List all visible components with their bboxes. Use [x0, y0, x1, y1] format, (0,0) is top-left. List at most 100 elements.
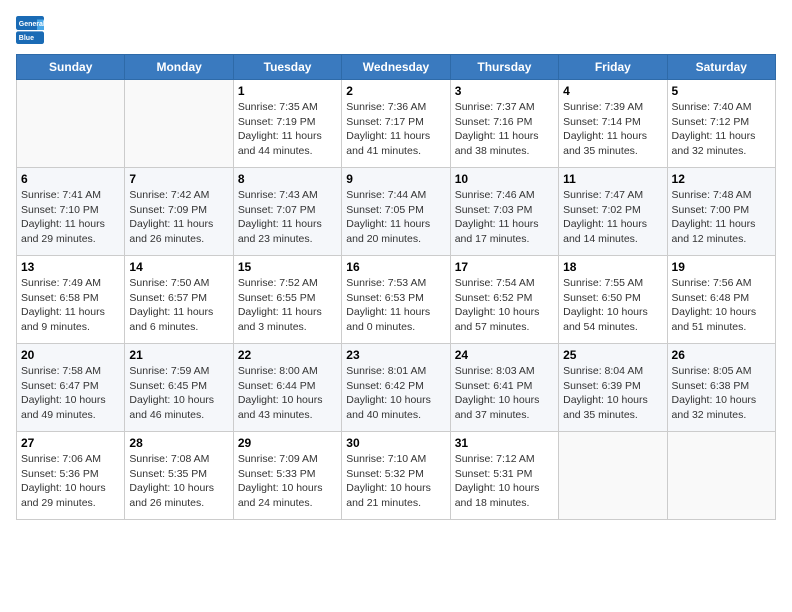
day-header-wednesday: Wednesday: [342, 55, 450, 80]
day-number: 9: [346, 172, 445, 186]
day-header-monday: Monday: [125, 55, 233, 80]
calendar-cell: 19 Sunrise: 7:56 AM Sunset: 6:48 PM Dayli…: [667, 256, 775, 344]
day-header-friday: Friday: [559, 55, 667, 80]
calendar-cell: 30 Sunrise: 7:10 AM Sunset: 5:32 PM Dayli…: [342, 432, 450, 520]
day-content: Sunrise: 7:36 AM Sunset: 7:17 PM Dayligh…: [346, 100, 445, 159]
calendar-table: SundayMondayTuesdayWednesdayThursdayFrid…: [16, 54, 776, 520]
day-number: 12: [672, 172, 771, 186]
calendar-cell: 11 Sunrise: 7:47 AM Sunset: 7:02 PM Dayli…: [559, 168, 667, 256]
day-header-sunday: Sunday: [17, 55, 125, 80]
day-content: Sunrise: 7:06 AM Sunset: 5:36 PM Dayligh…: [21, 452, 120, 511]
day-content: Sunrise: 7:35 AM Sunset: 7:19 PM Dayligh…: [238, 100, 337, 159]
calendar-body: 1 Sunrise: 7:35 AM Sunset: 7:19 PM Daylig…: [17, 80, 776, 520]
day-number: 21: [129, 348, 228, 362]
day-number: 5: [672, 84, 771, 98]
day-content: Sunrise: 8:01 AM Sunset: 6:42 PM Dayligh…: [346, 364, 445, 423]
day-number: 18: [563, 260, 662, 274]
calendar-cell: 2 Sunrise: 7:36 AM Sunset: 7:17 PM Daylig…: [342, 80, 450, 168]
day-number: 15: [238, 260, 337, 274]
logo-icon: General Blue: [16, 16, 44, 44]
calendar-cell: 14Sunrise: 7:50 AM Sunset: 6:57 PM Dayli…: [125, 256, 233, 344]
week-row-2: 13 Sunrise: 7:49 AM Sunset: 6:58 PM Dayli…: [17, 256, 776, 344]
day-header-saturday: Saturday: [667, 55, 775, 80]
day-number: 16: [346, 260, 445, 274]
calendar-cell: 4Sunrise: 7:39 AM Sunset: 7:14 PM Daylig…: [559, 80, 667, 168]
day-number: 29: [238, 436, 337, 450]
calendar-cell: 15 Sunrise: 7:52 AM Sunset: 6:55 PM Dayli…: [233, 256, 341, 344]
day-content: Sunrise: 7:49 AM Sunset: 6:58 PM Dayligh…: [21, 276, 120, 335]
day-content: Sunrise: 7:37 AM Sunset: 7:16 PM Dayligh…: [455, 100, 554, 159]
page-header: General Blue: [16, 16, 776, 44]
day-header-tuesday: Tuesday: [233, 55, 341, 80]
calendar-cell: [17, 80, 125, 168]
day-content: Sunrise: 7:08 AM Sunset: 5:35 PM Dayligh…: [129, 452, 228, 511]
day-number: 2: [346, 84, 445, 98]
calendar-cell: 26 Sunrise: 8:05 AM Sunset: 6:38 PM Dayli…: [667, 344, 775, 432]
calendar-cell: [667, 432, 775, 520]
day-content: Sunrise: 7:48 AM Sunset: 7:00 PM Dayligh…: [672, 188, 771, 247]
day-number: 1: [238, 84, 337, 98]
day-number: 19: [672, 260, 771, 274]
day-number: 27: [21, 436, 120, 450]
day-content: Sunrise: 7:56 AM Sunset: 6:48 PM Dayligh…: [672, 276, 771, 335]
day-content: Sunrise: 7:59 AM Sunset: 6:45 PM Dayligh…: [129, 364, 228, 423]
day-content: Sunrise: 8:00 AM Sunset: 6:44 PM Dayligh…: [238, 364, 337, 423]
calendar-cell: 25 Sunrise: 8:04 AM Sunset: 6:39 PM Dayli…: [559, 344, 667, 432]
calendar-cell: 28 Sunrise: 7:08 AM Sunset: 5:35 PM Dayli…: [125, 432, 233, 520]
day-number: 10: [455, 172, 554, 186]
calendar-cell: 3 Sunrise: 7:37 AM Sunset: 7:16 PM Daylig…: [450, 80, 558, 168]
calendar-cell: 7Sunrise: 7:42 AM Sunset: 7:09 PM Daylig…: [125, 168, 233, 256]
calendar-cell: [125, 80, 233, 168]
week-row-0: 1 Sunrise: 7:35 AM Sunset: 7:19 PM Daylig…: [17, 80, 776, 168]
calendar-cell: 22Sunrise: 8:00 AM Sunset: 6:44 PM Dayli…: [233, 344, 341, 432]
day-content: Sunrise: 7:39 AM Sunset: 7:14 PM Dayligh…: [563, 100, 662, 159]
day-content: Sunrise: 7:54 AM Sunset: 6:52 PM Dayligh…: [455, 276, 554, 335]
calendar-cell: 29 Sunrise: 7:09 AM Sunset: 5:33 PM Dayli…: [233, 432, 341, 520]
day-number: 20: [21, 348, 120, 362]
day-content: Sunrise: 8:04 AM Sunset: 6:39 PM Dayligh…: [563, 364, 662, 423]
day-number: 3: [455, 84, 554, 98]
day-number: 30: [346, 436, 445, 450]
day-number: 25: [563, 348, 662, 362]
day-number: 23: [346, 348, 445, 362]
day-content: Sunrise: 7:55 AM Sunset: 6:50 PM Dayligh…: [563, 276, 662, 335]
calendar-cell: 13 Sunrise: 7:49 AM Sunset: 6:58 PM Dayli…: [17, 256, 125, 344]
day-number: 28: [129, 436, 228, 450]
day-content: Sunrise: 7:52 AM Sunset: 6:55 PM Dayligh…: [238, 276, 337, 335]
day-number: 11: [563, 172, 662, 186]
day-content: Sunrise: 7:47 AM Sunset: 7:02 PM Dayligh…: [563, 188, 662, 247]
day-content: Sunrise: 7:58 AM Sunset: 6:47 PM Dayligh…: [21, 364, 120, 423]
calendar-cell: 5Sunrise: 7:40 AM Sunset: 7:12 PM Daylig…: [667, 80, 775, 168]
day-number: 17: [455, 260, 554, 274]
calendar-cell: 9 Sunrise: 7:44 AM Sunset: 7:05 PM Daylig…: [342, 168, 450, 256]
calendar-cell: 18 Sunrise: 7:55 AM Sunset: 6:50 PM Dayli…: [559, 256, 667, 344]
week-row-1: 6 Sunrise: 7:41 AM Sunset: 7:10 PM Daylig…: [17, 168, 776, 256]
logo: General Blue: [16, 16, 44, 44]
day-number: 31: [455, 436, 554, 450]
day-content: Sunrise: 7:44 AM Sunset: 7:05 PM Dayligh…: [346, 188, 445, 247]
calendar-cell: 17 Sunrise: 7:54 AM Sunset: 6:52 PM Dayli…: [450, 256, 558, 344]
calendar-cell: 1 Sunrise: 7:35 AM Sunset: 7:19 PM Daylig…: [233, 80, 341, 168]
day-content: Sunrise: 7:09 AM Sunset: 5:33 PM Dayligh…: [238, 452, 337, 511]
calendar-cell: 10Sunrise: 7:46 AM Sunset: 7:03 PM Dayli…: [450, 168, 558, 256]
calendar-cell: 23 Sunrise: 8:01 AM Sunset: 6:42 PM Dayli…: [342, 344, 450, 432]
week-row-4: 27 Sunrise: 7:06 AM Sunset: 5:36 PM Dayli…: [17, 432, 776, 520]
calendar-cell: [559, 432, 667, 520]
day-number: 13: [21, 260, 120, 274]
calendar-cell: 20 Sunrise: 7:58 AM Sunset: 6:47 PM Dayli…: [17, 344, 125, 432]
day-number: 26: [672, 348, 771, 362]
day-number: 24: [455, 348, 554, 362]
calendar-cell: 16 Sunrise: 7:53 AM Sunset: 6:53 PM Dayli…: [342, 256, 450, 344]
svg-text:General: General: [19, 21, 44, 28]
day-content: Sunrise: 7:10 AM Sunset: 5:32 PM Dayligh…: [346, 452, 445, 511]
day-content: Sunrise: 8:05 AM Sunset: 6:38 PM Dayligh…: [672, 364, 771, 423]
day-content: Sunrise: 7:53 AM Sunset: 6:53 PM Dayligh…: [346, 276, 445, 335]
day-number: 6: [21, 172, 120, 186]
day-header-thursday: Thursday: [450, 55, 558, 80]
calendar-cell: 21 Sunrise: 7:59 AM Sunset: 6:45 PM Dayli…: [125, 344, 233, 432]
week-row-3: 20 Sunrise: 7:58 AM Sunset: 6:47 PM Dayli…: [17, 344, 776, 432]
calendar-cell: 24 Sunrise: 8:03 AM Sunset: 6:41 PM Dayli…: [450, 344, 558, 432]
day-content: Sunrise: 7:41 AM Sunset: 7:10 PM Dayligh…: [21, 188, 120, 247]
calendar-cell: 12 Sunrise: 7:48 AM Sunset: 7:00 PM Dayli…: [667, 168, 775, 256]
day-content: Sunrise: 8:03 AM Sunset: 6:41 PM Dayligh…: [455, 364, 554, 423]
